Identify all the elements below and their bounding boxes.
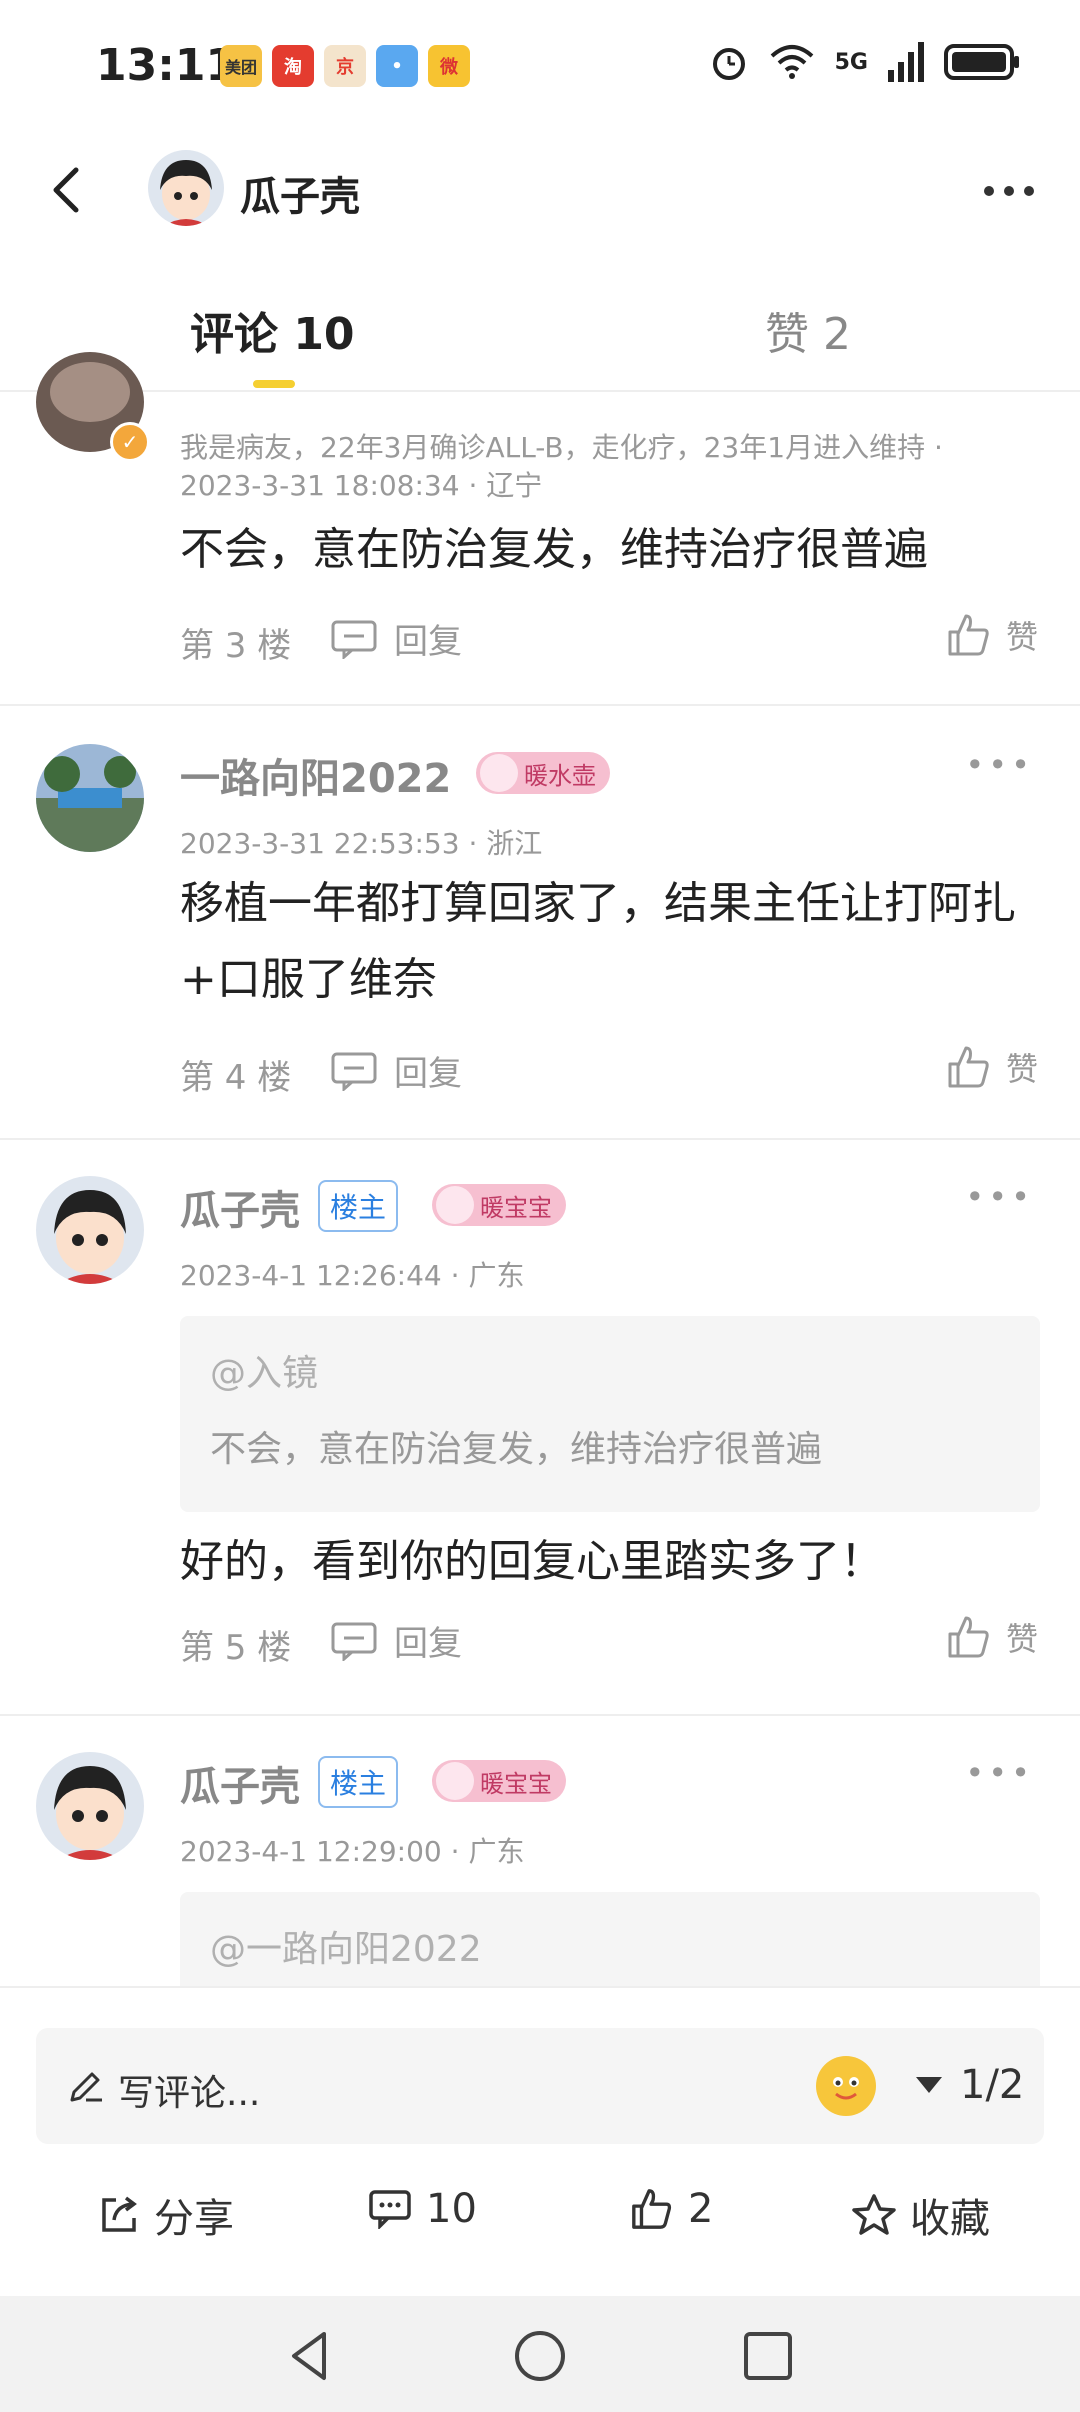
reply-icon (331, 620, 377, 659)
taobao-icon: 淘 (272, 45, 314, 87)
comment-floor-3: ✓ 我是病友，22年3月确诊ALL-B，走化疗，23年1月进入维持 · 2023… (0, 352, 1080, 706)
level-pot-icon (436, 1762, 474, 1800)
system-nav-bar (0, 2296, 1080, 2412)
avatar[interactable] (36, 744, 144, 852)
thumb-up-icon (632, 2189, 672, 2229)
reply-icon (331, 1622, 377, 1661)
comment-floor-4: 一路向阳2022 暖水壶 ••• 2023-3-31 22:53:53 · 浙江… (0, 706, 1080, 1140)
verified-icon: ✓ (110, 422, 150, 462)
level-badge: 暖水壶 (476, 752, 610, 794)
user-bio: 我是病友，22年3月确诊ALL-B，走化疗，23年1月进入维持 · (180, 431, 943, 464)
share-button[interactable]: 分享 (98, 2186, 234, 2244)
pen-icon (70, 2072, 102, 2102)
jd-icon: 京 (324, 45, 366, 87)
comment-floor-6: 瓜子壳 楼主 暖宝宝 ••• 2023-4-1 12:29:00 · 广东 @一… (0, 1716, 1080, 1986)
thumb-up-icon (948, 1616, 989, 1658)
star-icon (852, 2194, 896, 2235)
owner-badge: 楼主 (318, 1756, 399, 1808)
tab-likes[interactable]: 赞 2 (765, 298, 851, 362)
share-icon (102, 2196, 137, 2232)
page-indicator[interactable]: 1/2 (916, 2062, 1024, 2108)
comment-placeholder: 写评论... (118, 2073, 261, 2114)
comment-meta: 2023-3-31 22:53:53 · 浙江 (180, 827, 543, 860)
quoted-user: @一路向阳2022 (210, 1929, 482, 1970)
reply-icon (331, 1052, 377, 1091)
network-type: 5G (834, 49, 868, 75)
comment-more-icon[interactable]: ••• (965, 746, 1034, 784)
tab-bar: 评论 10 赞 2 (0, 270, 1080, 392)
tab-comments[interactable]: 评论 10 (190, 298, 355, 362)
battery-icon (944, 44, 1019, 80)
favorite-button[interactable]: 收藏 (852, 2186, 990, 2244)
nav-back-icon[interactable] (280, 2326, 340, 2386)
quoted-text: 不会，意在防治复发，维持治疗很普遍 (210, 1429, 823, 1470)
back-arrow-icon[interactable] (38, 160, 98, 220)
status-bar: 13:11 美团 淘 京 • 微 5G (0, 0, 1080, 130)
notification-icons: 美团 淘 京 • 微 (220, 45, 470, 87)
comment-content[interactable]: 移植一年都打算回家了，结果主任让打阿扎+口服了维奈 (180, 866, 1040, 1018)
header: 瓜子壳 (0, 130, 1080, 250)
floor-number: 第 5 楼 (180, 1628, 292, 1668)
floor-number: 第 3 楼 (180, 626, 292, 666)
like-button[interactable]: 赞 (946, 612, 1038, 658)
comment-more-icon[interactable]: ••• (965, 1754, 1034, 1792)
tab-active-indicator (253, 380, 295, 388)
comment-more-icon[interactable]: ••• (965, 1178, 1034, 1216)
thumb-up-icon (948, 1046, 989, 1088)
owner-badge: 楼主 (318, 1180, 399, 1232)
header-avatar[interactable] (148, 150, 224, 226)
like-button[interactable]: 赞 (946, 1044, 1038, 1090)
emoji-icon[interactable] (816, 2056, 876, 2116)
floor-number: 第 4 楼 (180, 1058, 292, 1098)
level-pot-icon (480, 754, 518, 792)
weibo-icon: 微 (428, 45, 470, 87)
nav-recents-icon[interactable] (738, 2326, 798, 2386)
nav-home-icon[interactable] (510, 2326, 570, 2386)
bottom-bar: 写评论... 1/2 分享 10 2 收藏 (0, 1986, 1080, 2298)
more-options-icon[interactable] (974, 156, 1044, 226)
app-icon: • (376, 45, 418, 87)
thumb-up-icon (948, 614, 989, 656)
alarm-icon (712, 48, 745, 80)
reply-button[interactable]: 回复 (330, 1046, 462, 1095)
comment-floor-5: 瓜子壳 楼主 暖宝宝 ••• 2023-4-1 12:26:44 · 广东 @入… (0, 1140, 1080, 1716)
quoted-user: @入镜 (210, 1353, 319, 1394)
meituan-icon: 美团 (220, 45, 262, 87)
username[interactable]: 一路向阳2022 (180, 746, 451, 804)
comment-content[interactable]: 好的，看到你的回复心里踏实多了！ (180, 1524, 1040, 1600)
username[interactable]: 瓜子壳 (180, 1178, 300, 1236)
triangle-down-icon (916, 2077, 942, 2093)
like-post-button[interactable]: 2 (630, 2186, 713, 2232)
avatar[interactable] (36, 1752, 144, 1860)
signal-icon (888, 42, 924, 82)
username[interactable]: 瓜子壳 (180, 1754, 300, 1812)
reply-button[interactable]: 回复 (330, 1616, 462, 1665)
reply-button[interactable]: 回复 (330, 614, 462, 663)
avatar[interactable] (36, 1176, 144, 1284)
action-row: 分享 10 2 收藏 (0, 2168, 1080, 2268)
comment-meta: 2023-3-31 18:08:34 · 辽宁 (180, 469, 543, 502)
level-pot-icon (436, 1186, 474, 1224)
comments-button[interactable]: 10 (368, 2186, 477, 2232)
status-time: 13:11 (96, 40, 237, 91)
comment-content[interactable]: 不会，意在防治复发，维持治疗很普遍 (180, 512, 1040, 588)
wifi-icon (770, 45, 813, 79)
comment-icon (369, 2190, 411, 2229)
level-badge: 暖宝宝 (432, 1760, 566, 1802)
comment-meta: 2023-4-1 12:26:44 · 广东 (180, 1259, 525, 1292)
comment-input[interactable]: 写评论... 1/2 (36, 2028, 1044, 2144)
quoted-comment[interactable]: @一路向阳2022 (180, 1892, 1040, 1986)
header-title[interactable]: 瓜子壳 (240, 164, 360, 222)
system-icons: 5G (709, 42, 1020, 82)
like-button[interactable]: 赞 (946, 1614, 1038, 1660)
comment-meta: 2023-4-1 12:29:00 · 广东 (180, 1835, 525, 1868)
level-badge: 暖宝宝 (432, 1184, 566, 1226)
quoted-comment[interactable]: @入镜 不会，意在防治复发，维持治疗很普遍 (180, 1316, 1040, 1512)
